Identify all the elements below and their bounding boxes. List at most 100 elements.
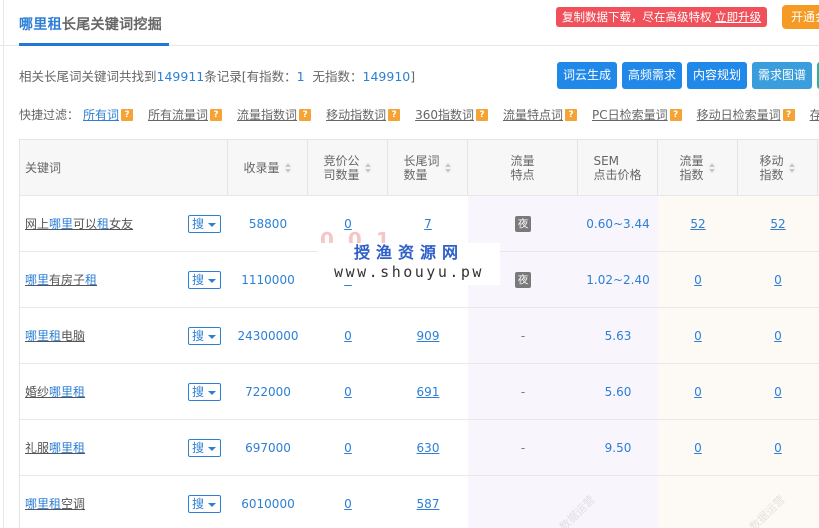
keyword-segment: 哪里 [49,217,74,231]
keyword-segment: 租 [85,273,98,287]
col-bid-companies[interactable]: 竞价公 司数量 [308,140,388,195]
help-icon[interactable]: ? [669,108,682,121]
traffic-index-cell: 0 [658,364,738,419]
quick-filter-item[interactable]: PC日检索量词 [592,106,668,123]
keyword-link[interactable]: 哪里租电脑 [25,327,85,344]
keyword-link[interactable]: 礼服哪里租 [25,439,85,456]
search-dropdown[interactable]: 搜 [188,495,221,513]
active-tab-indicator [19,43,169,46]
sort-icon[interactable] [708,162,716,174]
help-icon[interactable]: ? [782,108,795,121]
help-icon[interactable]: ? [121,108,134,121]
indexed-value: 1110000 [241,272,295,287]
indexed-cell: 697000 [228,420,308,475]
traffic-index-link[interactable]: 0 [694,329,702,343]
traffic-feature-value: - [520,384,526,399]
col-indexed-label: 收录量 [243,160,280,175]
mobile-index-cell: 0 [738,252,818,307]
open-membership-button[interactable]: 开通会员 [782,5,819,29]
upgrade-banner[interactable]: 复制数据下载，尽在高级特权 立即升级 [556,7,768,27]
search-dropdown[interactable]: 搜 [188,215,221,233]
word-cloud-button[interactable]: 词云生成 [557,62,618,89]
keyword-segment: 哪里租 [49,441,86,455]
longtail-count-link[interactable]: 909 [417,329,440,343]
col-indexed[interactable]: 收录量 [228,140,308,195]
keyword-segment: 女友 [109,217,134,231]
help-icon[interactable]: ? [388,108,401,121]
keyword-segment: 礼服 [25,441,50,455]
traffic-index-cell: 52 [658,196,738,251]
help-icon[interactable]: ? [475,108,488,121]
quick-filter-item[interactable]: 存 [810,106,819,123]
high-freq-demand-button[interactable]: 高频需求 [622,62,683,89]
help-icon[interactable]: ? [565,108,577,121]
help-icon[interactable]: ? [210,108,223,121]
mobile-index-cell: 0 [738,364,818,419]
longtail-count-link[interactable]: 587 [417,497,440,511]
traffic-index-cell: 0 [658,420,738,475]
col-sem-price: SEM 点击价格 [578,140,658,195]
search-dropdown[interactable]: 搜 [188,439,221,457]
sort-icon[interactable] [364,162,372,174]
sem-price-cell: 0.60~3.44 [578,196,658,251]
keyword-link[interactable]: 网上哪里可以租女友 [25,215,133,232]
action-toolbar: 词云生成 高频需求 内容规划 需求图谱 [557,62,819,89]
longtail-count-link[interactable]: 7 [424,217,432,231]
mobile-index-link[interactable]: 0 [774,385,782,399]
keyword-link[interactable]: 哪里租空调 [25,495,85,512]
watermark-site-url: www.shouyu.pw [334,263,484,281]
bid-companies-link[interactable]: 0 [344,329,352,343]
search-dropdown[interactable]: 搜 [188,383,221,401]
mobile-index-link[interactable]: 0 [774,329,782,343]
col-mobile-index[interactable]: 移动 指数 [738,140,818,195]
bid-companies-link[interactable]: 0 [344,497,352,511]
keyword-cell: 婚纱哪里租 搜 [20,364,228,419]
col-keyword: 关键词 [20,140,228,195]
indexed-value: 58800 [248,216,288,231]
demand-graph-button[interactable]: 需求图谱 [752,62,813,89]
longtail-count-link[interactable]: 691 [417,385,440,399]
search-dropdown[interactable]: 搜 [188,271,221,289]
quick-filter-item[interactable]: 流量特点词 [503,106,563,123]
search-dropdown[interactable]: 搜 [188,327,221,345]
mobile-index-link[interactable]: 52 [770,217,785,231]
sem-price-cell: 5.60 [578,364,658,419]
traffic-feature-value: - [520,440,526,455]
indexed-value: 24300000 [237,328,299,343]
keyword-link[interactable]: 哪里有房子租 [25,271,97,288]
help-icon[interactable]: ? [299,108,312,121]
quick-filter-item[interactable]: 所有流量词 [148,106,208,123]
quick-filter-item[interactable]: 移动指数词 [326,106,386,123]
longtail-count-cell: 630 [388,420,468,475]
col-mobile-index-label: 移动 指数 [759,153,784,182]
quick-filter-item[interactable]: 流量指数词 [237,106,297,123]
sort-icon[interactable] [284,162,292,174]
upgrade-banner-text: 复制数据下载，尽在高级特权 [562,10,716,24]
bid-companies-link[interactable]: 0 [344,441,352,455]
traffic-index-link[interactable]: 52 [690,217,705,231]
longtail-count-cell: 587 [388,476,468,528]
bid-companies-link[interactable]: 0 [344,385,352,399]
sort-icon[interactable] [444,162,452,174]
quick-filter-item[interactable]: 移动日检索量词 [697,106,781,123]
indexed-cell: 1110000 [228,252,308,307]
quick-filter-item[interactable]: 360指数词 [415,106,474,123]
bid-companies-cell: 0 [308,476,388,528]
table-header: 关键词 收录量 竞价公 司数量 长尾词 数量 流量 特点 SEM 点击价格 流量… [20,140,819,196]
col-keyword-label: 关键词 [25,160,62,175]
col-traffic-index[interactable]: 流量 指数 [658,140,738,195]
mobile-index-link[interactable]: 0 [774,273,782,287]
sem-price-value: 0.60~3.44 [586,216,650,231]
traffic-index-link[interactable]: 0 [694,441,702,455]
traffic-index-link[interactable]: 0 [694,273,702,287]
keyword-link[interactable]: 婚纱哪里租 [25,383,85,400]
sort-icon[interactable] [788,162,796,174]
traffic-feature-cell: - [468,364,578,419]
mobile-index-link[interactable]: 0 [774,441,782,455]
traffic-index-link[interactable]: 0 [694,385,702,399]
longtail-count-link[interactable]: 630 [417,441,440,455]
quick-filter-item[interactable]: 所有词 [83,106,119,123]
upgrade-link[interactable]: 立即升级 [715,10,761,24]
content-planning-button[interactable]: 内容规划 [687,62,748,89]
col-longtail-count[interactable]: 长尾词 数量 [388,140,468,195]
